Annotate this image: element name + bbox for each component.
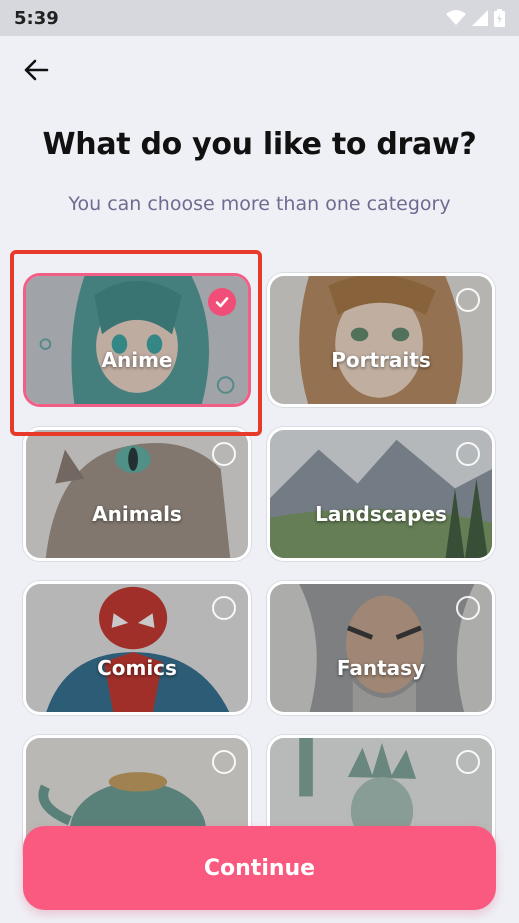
arrow-left-icon — [24, 59, 49, 81]
select-radio[interactable] — [456, 750, 480, 774]
select-radio[interactable] — [456, 442, 480, 466]
category-label: Anime — [101, 348, 173, 372]
category-label: Landscapes — [315, 502, 447, 526]
category-card-anime[interactable]: Anime — [23, 273, 251, 407]
select-radio[interactable] — [212, 596, 236, 620]
select-radio[interactable] — [456, 596, 480, 620]
status-bar: 5:39 — [0, 0, 519, 36]
signal-icon — [472, 10, 488, 26]
battery-icon — [494, 9, 505, 27]
category-card-landscapes[interactable]: Landscapes — [267, 427, 495, 561]
back-button[interactable] — [18, 55, 54, 85]
wifi-icon — [446, 10, 466, 25]
category-label: Animals — [92, 502, 182, 526]
page-subtitle: You can choose more than one category — [68, 193, 451, 215]
category-label: Comics — [97, 656, 177, 680]
status-icons — [446, 9, 505, 27]
select-radio[interactable] — [456, 288, 480, 312]
page-title: What do you like to draw? — [42, 127, 477, 162]
category-card-fantasy[interactable]: Fantasy — [267, 581, 495, 715]
selected-check — [208, 288, 236, 316]
category-card-comics[interactable]: Comics — [23, 581, 251, 715]
category-label: Portraits — [331, 348, 431, 372]
select-radio[interactable] — [212, 750, 236, 774]
category-card-animals[interactable]: Animals — [23, 427, 251, 561]
continue-button[interactable]: Continue — [23, 826, 496, 910]
status-time: 5:39 — [14, 7, 59, 29]
category-card-portraits[interactable]: Portraits — [267, 273, 495, 407]
checkmark-icon — [215, 297, 229, 308]
category-label: Fantasy — [336, 656, 426, 680]
select-radio[interactable] — [212, 442, 236, 466]
